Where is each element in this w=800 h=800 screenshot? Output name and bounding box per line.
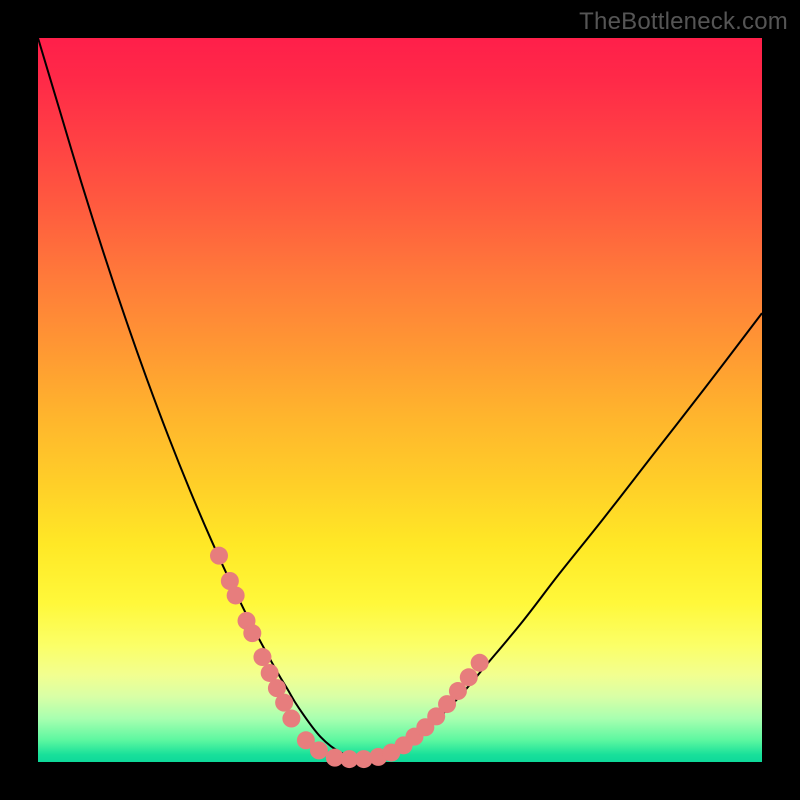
plot-area [38,38,762,762]
bottleneck-curve [38,38,762,759]
chart-frame: TheBottleneck.com [0,0,800,800]
watermark-text: TheBottleneck.com [579,8,788,36]
curve-bead [227,586,245,604]
curve-bead [210,547,228,565]
beads-group [210,547,489,768]
curve-bead [253,648,271,666]
chart-svg [38,38,762,762]
curve-bead [310,741,328,759]
curve-bead [460,668,478,686]
curve-bead [275,694,293,712]
curve-bead [243,624,261,642]
curve-bead [471,654,489,672]
curve-bead [282,710,300,728]
